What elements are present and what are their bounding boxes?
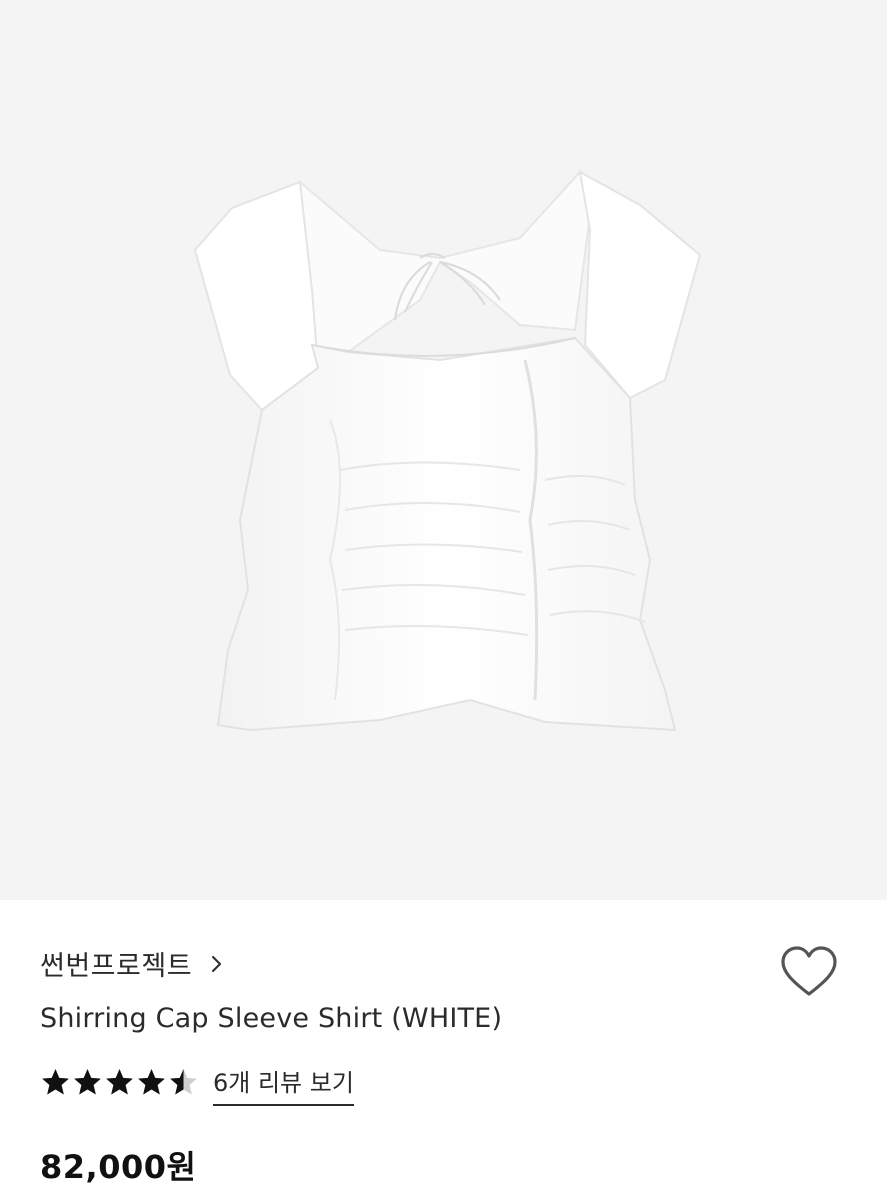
star-filled-icon xyxy=(106,1068,133,1095)
star-filled-icon xyxy=(42,1068,69,1095)
chevron-right-icon xyxy=(212,955,222,972)
product-title: Shirring Cap Sleeve Shirt (WHITE) xyxy=(40,1003,503,1034)
star-filled-icon xyxy=(74,1068,101,1095)
product-price: 82,000원 xyxy=(40,1148,197,1186)
rating-row: 6개 리뷰 보기 xyxy=(40,1062,354,1106)
brand-link[interactable]: 썬번프로젝트 xyxy=(40,944,226,983)
product-image[interactable] xyxy=(0,0,887,900)
reviews-link[interactable]: 6개 리뷰 보기 xyxy=(213,1063,354,1106)
product-detail-page: 썬번프로젝트 Shirring Cap Sleeve Shirt (WHITE)… xyxy=(0,0,887,1200)
star-rating xyxy=(40,1067,200,1098)
star-filled-icon xyxy=(138,1068,165,1095)
brand-name: 썬번프로젝트 xyxy=(40,951,193,982)
product-info: 썬번프로젝트 Shirring Cap Sleeve Shirt (WHITE)… xyxy=(0,900,887,1200)
star-half-icon xyxy=(170,1068,197,1095)
product-photo-illustration xyxy=(193,169,702,732)
heart-outline-icon xyxy=(781,946,837,996)
wishlist-button[interactable] xyxy=(778,944,840,1000)
